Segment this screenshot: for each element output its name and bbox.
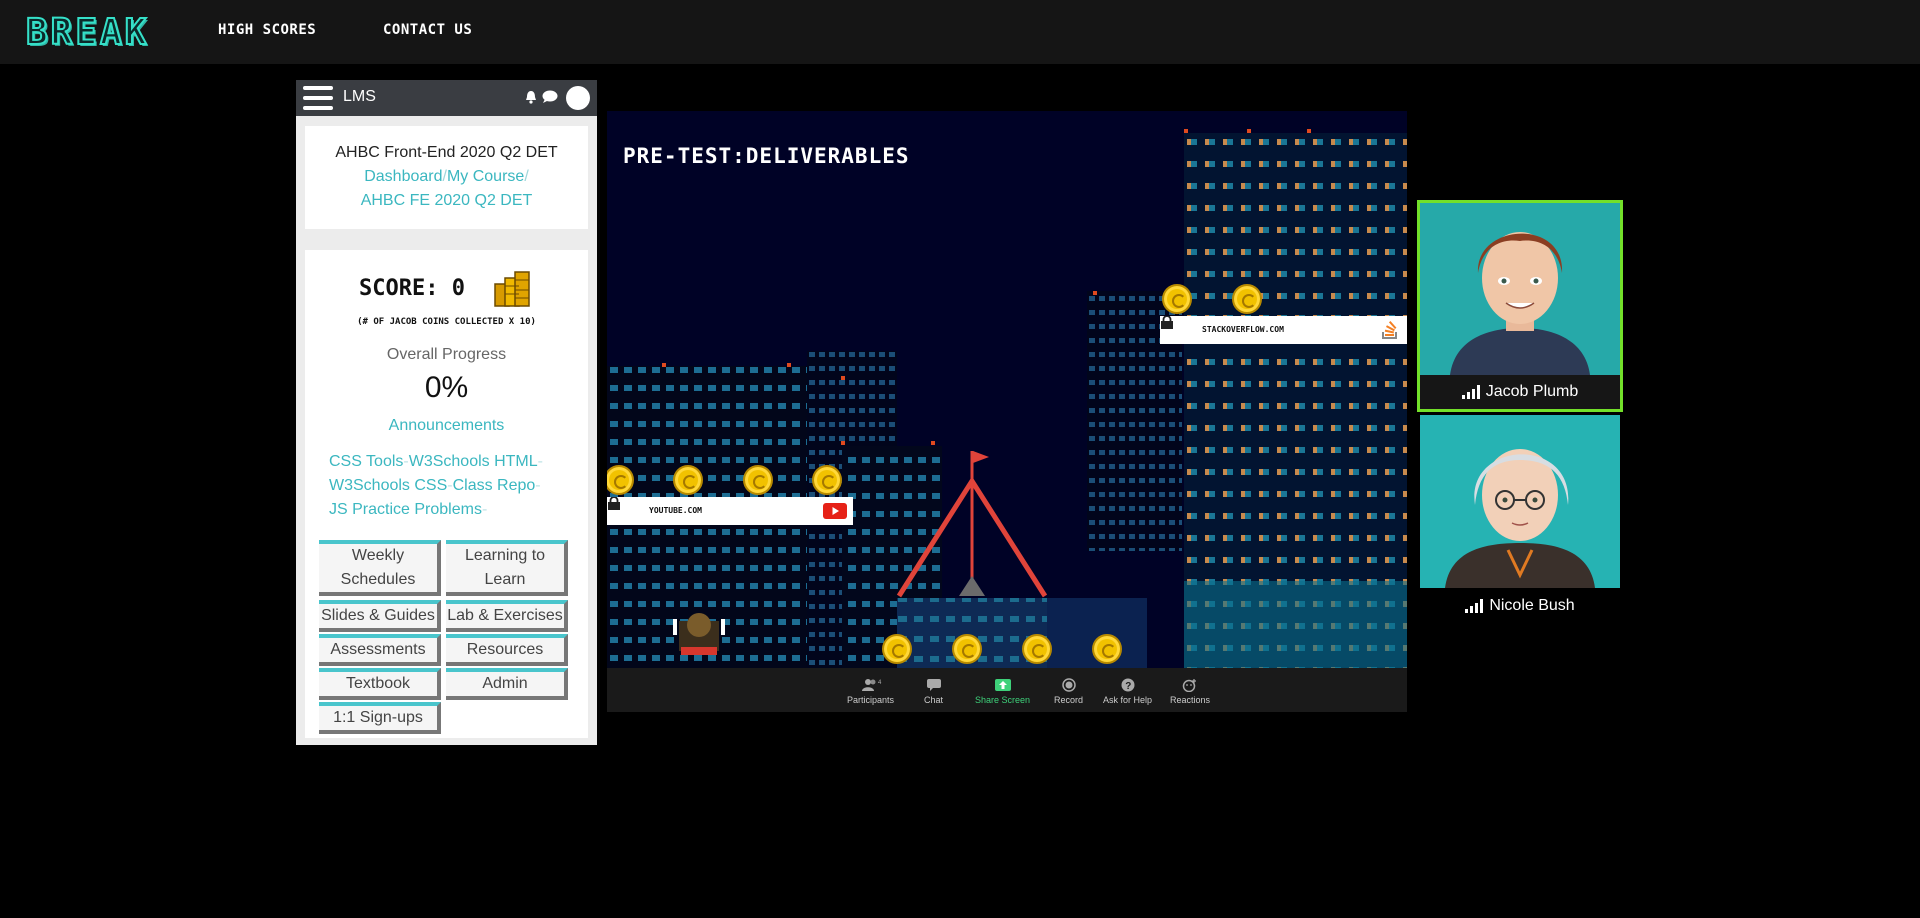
- breadcrumb-course-link[interactable]: AHBC FE 2020 Q2 DET: [305, 192, 588, 210]
- lock-icon: [608, 497, 620, 510]
- youtube-icon: [823, 503, 847, 519]
- lms-panel: LMS AHBC Front-End 2020 Q2 DET Dashboard…: [296, 80, 597, 745]
- jacob-coin: [673, 465, 703, 495]
- record-label: Record: [1054, 695, 1084, 705]
- game-level-title: PRE-TEST:DELIVERABLES: [623, 144, 910, 168]
- breadcrumb-separator: /: [524, 168, 529, 185]
- record-button[interactable]: Record: [1054, 678, 1083, 705]
- signal-strength-icon: [1465, 598, 1484, 613]
- jacob-coin: [743, 465, 773, 495]
- jacob-coin: [1162, 284, 1192, 314]
- weekly-schedules-button[interactable]: Weekly Schedules: [319, 540, 441, 596]
- jacob-coin: [812, 465, 842, 495]
- assessments-button[interactable]: Assessments: [319, 634, 441, 666]
- score-card: SCORE: 0 (# OF JACOB COINS COLLECTED X 1…: [305, 250, 588, 738]
- participant-avatar: [1420, 203, 1620, 375]
- resources-button[interactable]: Resources: [446, 634, 568, 666]
- ask-for-help-button[interactable]: ? Ask for Help: [1103, 678, 1152, 705]
- hamburger-menu-icon[interactable]: [303, 86, 333, 110]
- overall-progress-label: Overall Progress: [386, 346, 507, 363]
- game-canvas[interactable]: PRE-TEST:DELIVERABLES YOUTUBE.COM STACKO…: [607, 111, 1407, 668]
- signal-strength-icon: [1461, 384, 1480, 399]
- user-avatar-icon[interactable]: [566, 86, 590, 110]
- participants-icon: 4: [861, 679, 882, 691]
- breadcrumb: Dashboard/My Course/: [305, 168, 588, 186]
- admin-button[interactable]: Admin: [446, 668, 568, 700]
- css-tools-link[interactable]: CSS Tools: [329, 453, 403, 470]
- chat-icon: [926, 679, 941, 691]
- lms-title: LMS: [343, 88, 376, 105]
- video-tile-nicole[interactable]: [1420, 415, 1620, 588]
- resource-links: CSS Tools-W3Schools HTML- W3Schools CSS-…: [329, 450, 579, 522]
- ask-for-help-label: Ask for Help: [1103, 695, 1153, 705]
- textbook-button[interactable]: Textbook: [319, 668, 441, 700]
- youtube-platform: YOUTUBE.COM: [607, 497, 853, 525]
- score-label: SCORE:: [359, 276, 439, 301]
- jacob-coin: [1232, 284, 1262, 314]
- one-on-one-signups-button[interactable]: 1:1 Sign-ups: [319, 702, 441, 734]
- participants-button[interactable]: 4 Participants: [847, 678, 894, 705]
- course-card: AHBC Front-End 2020 Q2 DET Dashboard /My …: [305, 126, 588, 229]
- chat-bubble-icon[interactable]: [542, 90, 558, 104]
- breadcrumb-dashboard[interactable]: Dashboard: [364, 168, 442, 185]
- participant-name: Jacob Plumb: [1485, 383, 1579, 400]
- js-practice-problems-link[interactable]: JS Practice Problems: [329, 501, 482, 518]
- city-skyline-background: [607, 129, 1407, 668]
- participant-name-bar: Jacob Plumb: [1420, 375, 1620, 409]
- break-logo[interactable]: BREAK: [25, 11, 149, 54]
- announcements-link[interactable]: Announcements: [305, 417, 588, 435]
- share-screen-label: Share Screen: [975, 695, 1031, 705]
- participants-count-badge: 4: [878, 680, 882, 686]
- reactions-label: Reactions: [1170, 695, 1211, 705]
- zoom-meeting-toolbar: 4 Participants Chat Share Screen Record …: [607, 668, 1407, 712]
- link-separator: -: [537, 453, 543, 470]
- nav-contact-us-link[interactable]: CONTACT US: [383, 22, 472, 38]
- participant-name: Nicole Bush: [1489, 597, 1575, 614]
- w3schools-html-link[interactable]: W3Schools HTML: [409, 453, 538, 470]
- coin-stack-icon: [494, 271, 530, 307]
- participant-name-bar: Nicole Bush: [1420, 588, 1620, 624]
- share-screen-icon: [994, 679, 1011, 691]
- lms-header: LMS: [296, 80, 597, 116]
- share-screen-button[interactable]: Share Screen: [975, 678, 1030, 705]
- bell-icon[interactable]: [525, 90, 537, 104]
- help-icon: ?: [1121, 678, 1135, 692]
- video-tile-jacob[interactable]: Jacob Plumb: [1417, 200, 1623, 412]
- class-repo-link[interactable]: Class Repo: [453, 477, 536, 494]
- participants-label: Participants: [847, 695, 895, 705]
- lab-exercises-button[interactable]: Lab & Exercises: [446, 600, 568, 632]
- participant-avatar: [1420, 415, 1620, 588]
- link-separator: -: [535, 477, 541, 494]
- reactions-icon: [1182, 679, 1197, 692]
- svg-text:?: ?: [1125, 681, 1131, 692]
- record-icon: [1061, 678, 1076, 692]
- overall-progress-value: 0%: [424, 371, 469, 404]
- stackoverflow-platform: STACKOVERFLOW.COM: [1160, 316, 1407, 344]
- lock-icon: [1161, 316, 1173, 329]
- jacob-coin: [882, 634, 912, 664]
- reactions-button[interactable]: Reactions: [1170, 678, 1210, 705]
- jacob-coin: [952, 634, 982, 664]
- score-value: 0: [451, 276, 465, 301]
- nav-high-scores-link[interactable]: HIGH SCORES: [218, 22, 316, 38]
- youtube-url: YOUTUBE.COM: [649, 506, 702, 515]
- score-subtitle: (# OF JACOB COINS COLLECTED X 10): [357, 317, 536, 327]
- course-title: AHBC Front-End 2020 Q2 DET: [335, 144, 558, 161]
- chat-button[interactable]: Chat: [924, 678, 943, 705]
- top-navbar: BREAK HIGH SCORES CONTACT US: [0, 0, 1920, 64]
- chat-label: Chat: [924, 695, 944, 705]
- w3schools-css-link[interactable]: W3Schools CSS: [329, 477, 447, 494]
- stackoverflow-icon: [1382, 321, 1397, 339]
- slides-guides-button[interactable]: Slides & Guides: [319, 600, 441, 632]
- learning-to-learn-button[interactable]: Learning to Learn: [446, 540, 568, 596]
- jacob-coin: [1022, 634, 1052, 664]
- breadcrumb-my-course[interactable]: My Course: [447, 168, 524, 185]
- score-display: SCORE: 0: [359, 276, 465, 301]
- link-separator: -: [481, 501, 488, 518]
- jacob-coin: [1092, 634, 1122, 664]
- stackoverflow-url: STACKOVERFLOW.COM: [1202, 325, 1284, 334]
